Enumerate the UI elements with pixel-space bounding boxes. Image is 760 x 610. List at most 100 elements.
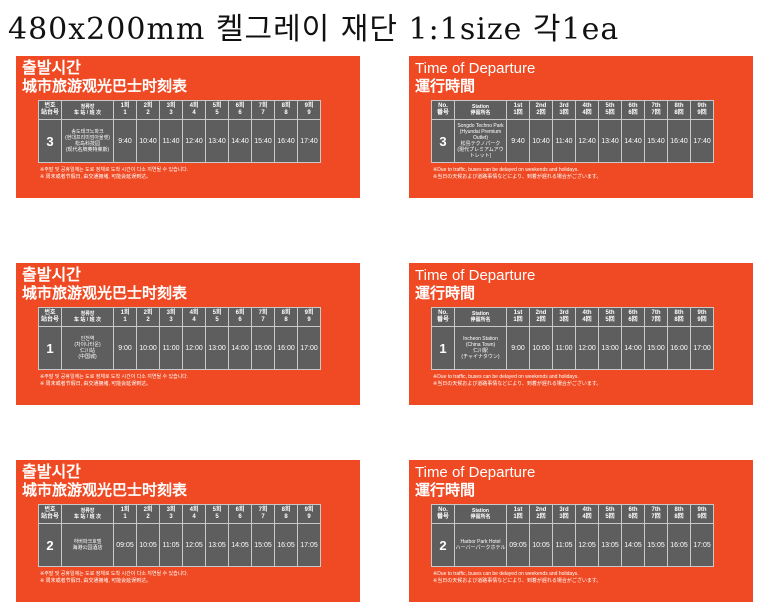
header-trip: 5th 5回 bbox=[598, 307, 622, 327]
departure-time: 14:05 bbox=[621, 523, 645, 567]
departure-time: 10:40 bbox=[136, 119, 160, 163]
header-trip: 4th 4回 bbox=[575, 100, 599, 120]
departure-time: 13:05 bbox=[205, 523, 229, 567]
header-trip: 6th 6回 bbox=[621, 307, 645, 327]
header-station: Station 停留所名 bbox=[454, 307, 507, 327]
header-trip-line2: 3回 bbox=[559, 514, 569, 520]
panel-notes: ※Due to traffic, buses can be delayed on… bbox=[433, 167, 601, 181]
stop-name-line: 海港公园酒店 bbox=[72, 545, 103, 551]
header-trip-line2: 8回 bbox=[674, 110, 684, 116]
departure-time: 12:00 bbox=[182, 326, 206, 370]
note-line: ※当日の天候および道路事情などにより、到着が遅れる場合がございます。 bbox=[433, 174, 602, 180]
header-trip-line2: 1回 bbox=[513, 317, 523, 323]
header-no: 번호 站台号 bbox=[38, 504, 62, 524]
departure-time: 15:00 bbox=[644, 326, 668, 370]
schedule-row: 1 Incheon Station (China Town) 仁川駅 (チャイナタウン)… bbox=[431, 326, 714, 370]
header-no-line1: No. bbox=[438, 507, 448, 513]
stop-name-line: ハーバーパークホテル bbox=[455, 545, 506, 551]
header-trip-line2: 5回 bbox=[605, 110, 615, 116]
departure-time: 11:40 bbox=[552, 119, 576, 163]
header-trip-line2: 8 bbox=[284, 514, 288, 520]
header-trip-line2: 7 bbox=[261, 514, 265, 520]
timetable: 번호 站台号 정류장 车 站 / 班 次 1회 1 2회 2 3회 3 4회 4 5회 5 6회 6 7회 7 8회… bbox=[38, 504, 321, 567]
timetable-panel: 출발시간 城市旅游观光巴士时刻表 번호 站台号 정류장 车 站 / 班 次 1회 1 2회 2 3회… bbox=[16, 460, 360, 602]
panel-title: Time of Departure bbox=[415, 267, 536, 284]
stop-name-line: (现代名牌奥特莱斯) bbox=[65, 147, 110, 153]
departure-time: 16:40 bbox=[667, 119, 691, 163]
header-trip: 9회 9 bbox=[297, 100, 321, 120]
header-trip-line2: 5回 bbox=[605, 317, 615, 323]
header-trip: 7회 7 bbox=[251, 504, 275, 524]
header-trip-line1: 8th bbox=[674, 507, 684, 513]
stop-name: 하버파크호텔 海港公园酒店 bbox=[61, 523, 114, 567]
header-trip: 9회 9 bbox=[297, 307, 321, 327]
panel-notes: ※Due to traffic, buses can be delayed on… bbox=[433, 374, 601, 388]
header-trip-line1: 6th bbox=[628, 507, 638, 513]
header-trip: 4회 4 bbox=[182, 307, 206, 327]
header-trip: 7th 7回 bbox=[644, 307, 668, 327]
header-trip: 4회 4 bbox=[182, 100, 206, 120]
header-trip-line2: 2回 bbox=[536, 110, 546, 116]
header-trip-line1: 8회 bbox=[281, 507, 291, 513]
header-trip: 9th 9回 bbox=[690, 504, 714, 524]
header-trip: 3rd 3回 bbox=[552, 307, 576, 327]
header-trip-line2: 5回 bbox=[605, 514, 615, 520]
header-trip: 7회 7 bbox=[251, 307, 275, 327]
header-trip-line2: 9 bbox=[307, 317, 311, 323]
stop-number: 1 bbox=[38, 326, 62, 370]
panel-title: 출발시간 bbox=[22, 60, 81, 77]
header-trip-line1: 2nd bbox=[535, 310, 547, 316]
header-trip-line2: 4 bbox=[192, 317, 196, 323]
note-line: ※주말 및 공휴일에는 도로 정체로 도착 시간이 다소 지연될 수 있습니다. bbox=[40, 374, 189, 380]
note-line: ※当日の天候および道路事情などにより、到着が遅れる場合がございます。 bbox=[433, 381, 602, 387]
header-no: No. 番号 bbox=[431, 307, 455, 327]
header-trip: 8th 8回 bbox=[667, 100, 691, 120]
header-no-line2: 站台号 bbox=[40, 317, 59, 323]
header-trip-line1: 6회 bbox=[235, 310, 245, 316]
departure-time: 16:00 bbox=[274, 326, 298, 370]
departure-time: 16:00 bbox=[667, 326, 691, 370]
header-no-line2: 番号 bbox=[436, 110, 449, 116]
panel-notes: ※주말 및 공휴일에는 도로 정체로 도착 시간이 다소 지연될 수 있습니다.… bbox=[40, 167, 188, 181]
header-row: 번호 站台号 정류장 车 站 / 班 次 1회 1 2회 2 3회 3 4회 4 5회 5 6회 6 7회 7 8회… bbox=[38, 100, 321, 120]
departure-time: 13:40 bbox=[598, 119, 622, 163]
header-no: No. 番号 bbox=[431, 100, 455, 120]
timetable: No. 番号 Station 停留所名 1st 1回 2nd 2回 3rd 3回 4th 4回 5th 5… bbox=[431, 504, 714, 567]
header-trip: 3rd 3回 bbox=[552, 100, 576, 120]
header-no-line1: 번호 bbox=[44, 103, 56, 109]
header-trip: 2nd 2回 bbox=[529, 504, 553, 524]
departure-time: 11:40 bbox=[159, 119, 183, 163]
header-trip-line2: 3 bbox=[169, 317, 173, 323]
header-trip: 5th 5回 bbox=[598, 504, 622, 524]
header-trip-line2: 3回 bbox=[559, 110, 569, 116]
departure-time: 14:40 bbox=[228, 119, 252, 163]
schedule-row: 2 Harbor Park Hotel ハーバーパークホテル 09:05 10:05 11… bbox=[431, 523, 714, 567]
header-row: No. 番号 Station 停留所名 1st 1回 2nd 2回 3rd 3回 4th 4回 5th 5… bbox=[431, 307, 714, 327]
header-trip: 8회 8 bbox=[274, 307, 298, 327]
departure-time: 16:05 bbox=[667, 523, 691, 567]
header-trip-line2: 9 bbox=[307, 514, 311, 520]
timetable-panel: Time of Departure 運行時間 No. 番号 Station 停留所名 1st… bbox=[409, 263, 753, 405]
panel-title: Time of Departure bbox=[415, 60, 536, 77]
note-line: ※Due to traffic, buses can be delayed on… bbox=[433, 167, 579, 173]
header-trip-line1: 4회 bbox=[189, 507, 199, 513]
header-trip: 3회 3 bbox=[159, 307, 183, 327]
header-trip-line1: 4회 bbox=[189, 310, 199, 316]
stop-name-line: (チャイナタウン) bbox=[461, 354, 500, 360]
stop-name: Harbor Park Hotel ハーバーパークホテル bbox=[454, 523, 507, 567]
header-trip-line1: 5th bbox=[605, 310, 615, 316]
departure-time: 12:05 bbox=[575, 523, 599, 567]
panel-subtitle: 運行時間 bbox=[415, 78, 476, 95]
header-trip-line2: 6回 bbox=[628, 514, 638, 520]
panel-subtitle: 運行時間 bbox=[415, 285, 476, 302]
departure-time: 15:40 bbox=[644, 119, 668, 163]
departure-time: 17:40 bbox=[690, 119, 714, 163]
header-trip-line2: 7回 bbox=[651, 317, 661, 323]
header-trip-line2: 7回 bbox=[651, 514, 661, 520]
header-trip: 1회 1 bbox=[113, 307, 137, 327]
departure-time: 13:05 bbox=[598, 523, 622, 567]
header-trip-line2: 1回 bbox=[513, 110, 523, 116]
header-trip-line1: 7th bbox=[651, 310, 661, 316]
header-trip-line2: 8 bbox=[284, 317, 288, 323]
header-trip-line2: 7回 bbox=[651, 110, 661, 116]
